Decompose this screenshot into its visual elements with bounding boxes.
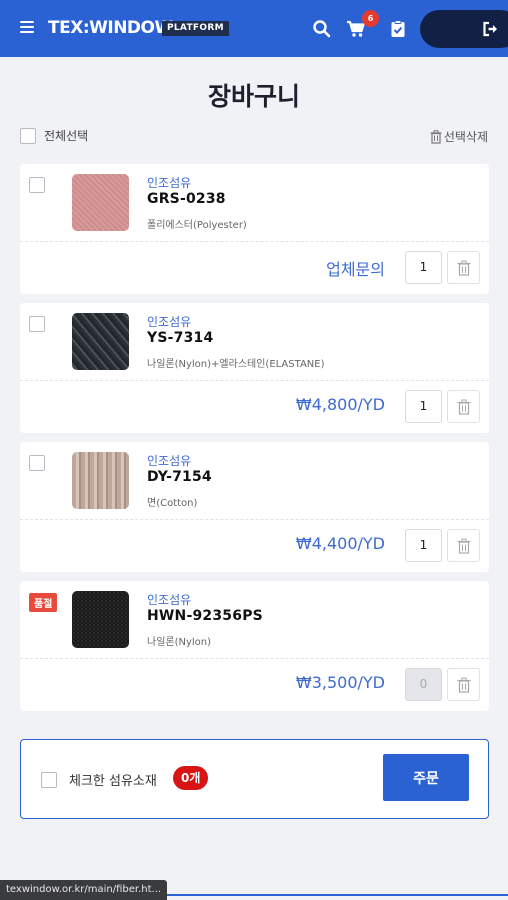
divider	[20, 241, 489, 242]
trash-icon	[457, 260, 470, 276]
divider	[20, 380, 489, 381]
item-code[interactable]: YS-7314	[147, 330, 213, 346]
item-price: ₩4,400/YD	[295, 534, 385, 553]
cart-item: 인조섬유 GRS-0238 폴리에스터(Polyester) 업체문의 1	[20, 164, 489, 294]
logout-icon	[483, 21, 497, 37]
select-all-label: 전체선택	[44, 129, 89, 143]
fabric-swatch-image[interactable]	[72, 452, 129, 509]
select-all-checkbox[interactable]: 전체선택	[20, 127, 88, 144]
item-category: 인조섬유	[147, 176, 192, 190]
item-material: 면(Cotton)	[147, 498, 198, 509]
item-price: ₩3,500/YD	[295, 673, 385, 692]
divider	[20, 658, 489, 659]
item-checkbox[interactable]	[29, 177, 45, 193]
item-price: ₩4,800/YD	[295, 395, 385, 414]
cart-item: 품절 인조섬유 HWN-92356PS 나일론(Nylon) ₩3,500/YD…	[20, 581, 489, 711]
sold-out-badge: 품절	[29, 593, 58, 612]
cart-count-badge: 6	[362, 10, 379, 27]
item-code[interactable]: GRS-0238	[147, 191, 226, 207]
page-title: 장바구니	[207, 82, 300, 111]
menu-icon[interactable]	[20, 21, 34, 35]
platform-badge: PLATFORM	[162, 21, 229, 36]
trash-icon	[430, 129, 442, 144]
cart-item: 인조섬유 YS-7314 나일론(Nylon)+엘라스테인(ELASTANE) …	[20, 303, 489, 433]
delete-item-button[interactable]	[447, 668, 480, 701]
top-header: TEX:WINDOW PLATFORM 6	[0, 0, 508, 57]
logout-button[interactable]	[420, 10, 508, 48]
quantity-input: 0	[405, 668, 442, 701]
order-summary-bar: 체크한 섬유소재 0개 주문	[20, 739, 489, 819]
site-logo[interactable]: TEX:WINDOW	[48, 18, 173, 38]
item-material: 폴리에스터(Polyester)	[147, 220, 247, 231]
item-price: 업체문의	[326, 260, 385, 279]
delete-item-button[interactable]	[447, 529, 480, 562]
fabric-swatch-image[interactable]	[72, 174, 129, 231]
checkbox[interactable]	[20, 127, 36, 144]
quantity-input[interactable]: 1	[405, 251, 442, 284]
trash-icon	[457, 399, 470, 415]
item-category: 인조섬유	[147, 315, 192, 329]
delete-selected-button[interactable]: 선택삭제	[430, 128, 488, 145]
trash-icon	[457, 538, 470, 554]
delete-item-button[interactable]	[447, 251, 480, 284]
clipboard-check-icon[interactable]	[388, 19, 408, 39]
cart-item: 인조섬유 DY-7154 면(Cotton) ₩4,400/YD 1	[20, 442, 489, 572]
quantity-input[interactable]: 1	[405, 390, 442, 423]
item-code[interactable]: DY-7154	[147, 469, 212, 485]
item-checkbox[interactable]	[29, 316, 45, 332]
item-material: 나일론(Nylon)+엘라스테인(ELASTANE)	[147, 359, 325, 370]
divider	[20, 519, 489, 520]
quantity-input[interactable]: 1	[405, 529, 442, 562]
delete-item-button[interactable]	[447, 390, 480, 423]
search-icon[interactable]	[312, 19, 332, 39]
order-checkbox[interactable]	[41, 772, 57, 788]
item-category: 인조섬유	[147, 593, 192, 607]
item-category: 인조섬유	[147, 454, 192, 468]
delete-selected-label: 선택삭제	[443, 130, 488, 144]
order-button[interactable]: 주문	[383, 754, 469, 801]
fabric-swatch-image[interactable]	[72, 591, 129, 648]
status-bar-url: texwindow.or.kr/main/fiber.ht...	[0, 880, 168, 900]
item-checkbox[interactable]	[29, 455, 45, 471]
trash-icon	[457, 677, 470, 693]
fabric-swatch-image[interactable]	[72, 313, 129, 370]
item-material: 나일론(Nylon)	[147, 637, 212, 648]
selected-count-badge: 0개	[173, 766, 209, 790]
item-code[interactable]: HWN-92356PS	[147, 608, 263, 624]
order-label: 체크한 섬유소재	[69, 774, 157, 789]
